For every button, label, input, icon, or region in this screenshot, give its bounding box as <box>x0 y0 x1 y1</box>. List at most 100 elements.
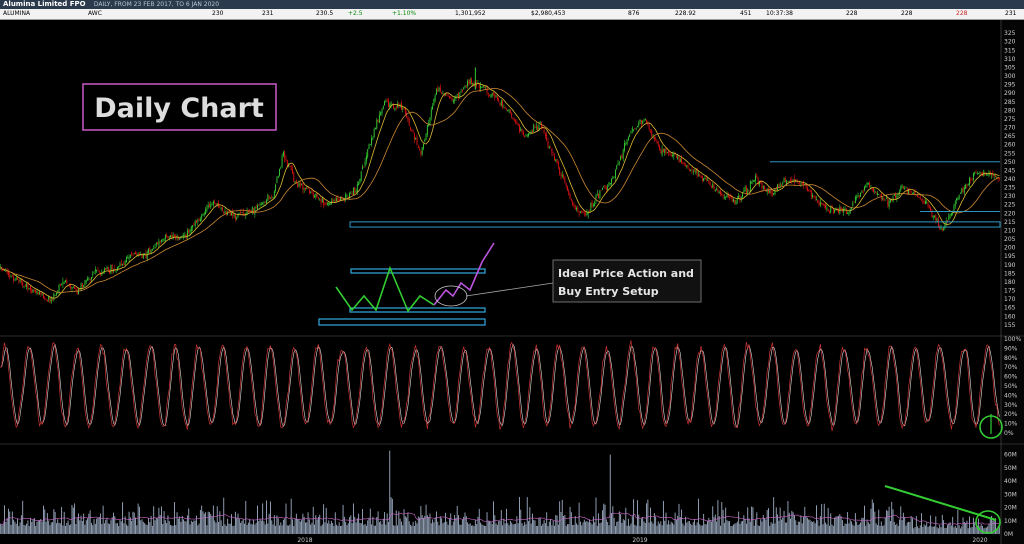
chart-canvas[interactable]: 155 160165 170175 180 185190 195200 205 210215 2… <box>0 0 1024 544</box>
candle-body <box>712 183 714 188</box>
volume-bar <box>190 520 192 534</box>
candle-body <box>18 280 20 282</box>
volume-bar <box>879 525 881 534</box>
candle-body <box>566 186 568 191</box>
candle-body <box>961 188 963 193</box>
volume-bar <box>756 512 758 534</box>
volume-bar <box>391 498 393 534</box>
candle-body <box>662 148 664 152</box>
volume-bar <box>786 522 788 534</box>
volume-bar <box>336 524 338 534</box>
candle-body <box>272 196 274 199</box>
candle-body <box>563 175 565 178</box>
candle-body <box>33 289 35 291</box>
volume-bar <box>411 525 413 534</box>
candle-body <box>583 213 585 215</box>
volume-bar <box>841 520 843 534</box>
volume-bar <box>425 504 427 534</box>
candle-body <box>314 195 315 198</box>
candle-body <box>15 277 17 281</box>
volume-bar <box>595 497 597 534</box>
candle-body <box>371 137 373 145</box>
candle-body <box>633 129 635 131</box>
candle-body <box>761 180 763 189</box>
volume-bar <box>78 513 79 534</box>
candle-body <box>275 184 277 191</box>
volume-bar <box>766 510 768 534</box>
candle-body <box>656 140 658 143</box>
volume-bar <box>643 521 645 534</box>
volume-bar <box>342 504 344 534</box>
volume-bar <box>371 524 373 534</box>
candle-body <box>358 182 360 186</box>
volume-bar <box>782 517 784 534</box>
candle-body <box>755 175 756 181</box>
candle-body <box>105 268 107 270</box>
price-tick-label: 200 <box>1004 245 1016 252</box>
candle-body <box>810 189 812 197</box>
volume-bar <box>825 522 827 534</box>
volume-bar <box>695 525 697 534</box>
candle-body <box>834 209 836 213</box>
volume-bar <box>847 512 849 534</box>
candle-body <box>735 200 737 205</box>
volume-bar <box>232 525 234 534</box>
volume-bar <box>455 518 457 534</box>
volume-bar <box>23 524 25 534</box>
candle-body <box>430 109 432 118</box>
candle-body <box>286 160 288 167</box>
candle-body <box>90 277 92 280</box>
candle-body <box>883 197 885 201</box>
volume-bar <box>45 521 47 534</box>
volume-bar <box>810 521 812 534</box>
volume-bar <box>717 500 719 534</box>
volume-bar <box>290 498 292 534</box>
candle-body <box>149 248 151 253</box>
candle-body <box>262 203 264 205</box>
candle-body <box>944 224 946 229</box>
candle-body <box>878 194 880 195</box>
volume-bar <box>496 524 498 534</box>
volume-bar <box>735 523 737 534</box>
volume-bar <box>299 521 301 534</box>
volume-bar <box>246 524 248 534</box>
volume-bar <box>368 517 370 534</box>
candle-body <box>771 193 773 194</box>
volume-bar <box>254 524 256 534</box>
volume-bar <box>935 516 937 534</box>
candle-body <box>62 281 64 285</box>
volume-bar <box>442 523 444 534</box>
volume-bar <box>164 520 166 534</box>
volume-bar <box>328 520 330 534</box>
volume-bar <box>622 519 624 534</box>
volume-bar <box>937 528 939 534</box>
candle-body <box>609 182 611 184</box>
volume-bar <box>978 518 980 534</box>
candle-body <box>866 182 868 185</box>
volume-bar <box>32 519 34 534</box>
candle-body <box>852 202 854 206</box>
candle-body <box>302 183 304 190</box>
candle-body <box>284 151 286 159</box>
candle-body <box>164 235 166 240</box>
volume-bar <box>218 521 220 534</box>
candle-body <box>624 142 625 151</box>
volume-bar <box>194 520 196 534</box>
candle-body <box>500 100 502 106</box>
candle-body <box>626 139 628 145</box>
volume-bar <box>2 523 4 534</box>
candle-body <box>190 226 192 232</box>
volume-bar <box>956 527 958 534</box>
candle-body <box>790 179 791 181</box>
candle-body <box>317 197 319 199</box>
candle-body <box>301 183 303 185</box>
volume-bar <box>768 508 769 534</box>
candle-body <box>998 178 1000 179</box>
volume-bar <box>62 525 64 534</box>
volume-bar <box>70 524 72 534</box>
candle-body <box>382 106 384 110</box>
volume-bar <box>141 519 143 534</box>
volume-bar <box>578 502 580 534</box>
candle-body <box>725 196 727 198</box>
volume-bar <box>600 522 602 534</box>
